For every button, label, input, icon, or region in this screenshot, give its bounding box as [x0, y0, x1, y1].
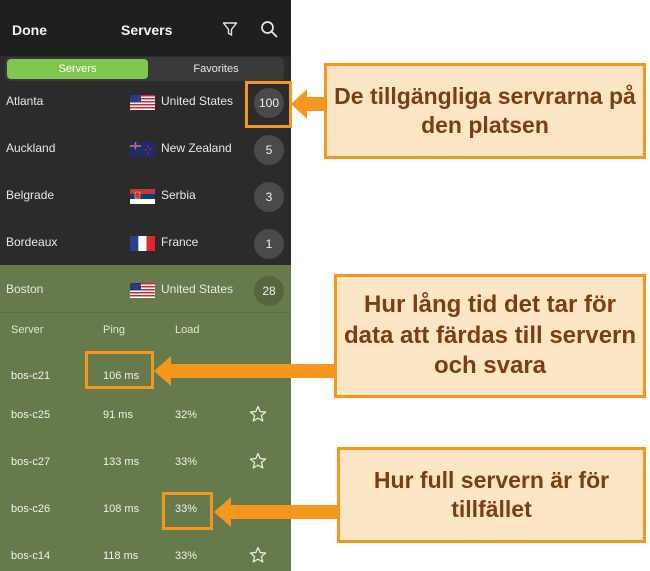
- favorite-star-icon[interactable]: [249, 452, 267, 470]
- callout-load: Hur full servern är för tillfället: [337, 447, 646, 543]
- callout-ping: Hur lång tid det tar för data att färdas…: [334, 274, 646, 398]
- server-name: bos-c25: [11, 409, 51, 421]
- server-name: bos-c26: [11, 503, 51, 515]
- location-row-boston[interactable]: Boston United States 28: [0, 267, 291, 314]
- filter-icon[interactable]: [222, 21, 238, 37]
- callout-text: Hur lång tid det tar för data att färdas…: [343, 291, 637, 380]
- tab-favorites[interactable]: Favorites: [150, 59, 282, 79]
- nz-flag-icon: [130, 142, 155, 157]
- tab-servers[interactable]: Servers: [7, 59, 148, 79]
- server-ping: 108 ms: [103, 503, 140, 515]
- server-name: bos-c27: [11, 456, 51, 468]
- server-count-badge: 28: [254, 276, 284, 306]
- server-ping: 133 ms: [103, 456, 140, 468]
- location-country: France: [161, 235, 199, 249]
- location-country: New Zealand: [161, 141, 232, 155]
- load-highlight: [162, 492, 213, 530]
- arrow-left-icon: [154, 356, 337, 386]
- location-country: Serbia: [161, 188, 196, 202]
- favorite-star-icon[interactable]: [249, 405, 267, 423]
- segmented-control: Servers Favorites: [5, 57, 284, 81]
- page-title: Servers: [121, 22, 173, 38]
- server-load: 32%: [175, 409, 198, 421]
- location-city: Atlanta: [6, 94, 44, 108]
- server-row-bos-c14[interactable]: bos-c14 118 ms 33%: [0, 535, 291, 571]
- us-flag-icon: [130, 283, 155, 298]
- location-city: Boston: [6, 282, 44, 296]
- location-city: Bordeaux: [6, 235, 58, 249]
- server-count-badge: 3: [254, 182, 284, 212]
- column-header-load: Load: [175, 324, 200, 336]
- location-row-bordeaux[interactable]: Bordeaux France 1: [0, 220, 291, 267]
- column-header-server: Server: [11, 324, 44, 336]
- callout-available-servers: De tillgängliga servrarna på den platsen: [324, 63, 646, 159]
- search-icon[interactable]: [260, 20, 278, 38]
- callout-text: Hur full servern är för tillfället: [373, 466, 610, 522]
- ping-highlight: [85, 351, 154, 389]
- france-flag-icon: [130, 236, 155, 251]
- location-row-belgrade[interactable]: Belgrade Serbia 3: [0, 173, 291, 220]
- server-row-bos-c25[interactable]: bos-c25 91 ms 32%: [0, 394, 291, 441]
- server-ping: 91 ms: [103, 409, 133, 421]
- server-count-badge: 1: [254, 229, 284, 259]
- server-count-badge: 5: [254, 135, 284, 165]
- location-country: United States: [161, 282, 234, 296]
- server-count-highlight: [245, 81, 292, 128]
- location-row-auckland[interactable]: Auckland New Zealand 5: [0, 126, 291, 173]
- nav-bar: Done Servers: [0, 0, 291, 56]
- server-row-bos-c27[interactable]: bos-c27 133 ms 33%: [0, 441, 291, 488]
- server-name: bos-c14: [11, 550, 51, 562]
- location-country: United States: [161, 94, 234, 108]
- location-city: Belgrade: [6, 188, 55, 202]
- server-ping: 118 ms: [103, 550, 139, 562]
- done-button[interactable]: Done: [12, 22, 47, 38]
- favorite-star-icon[interactable]: [249, 546, 267, 564]
- server-load: 33%: [175, 550, 198, 562]
- server-load: 33%: [175, 456, 198, 468]
- column-header-ping: Ping: [103, 324, 126, 336]
- us-flag-icon: [130, 95, 155, 110]
- divider: [0, 312, 291, 313]
- serbia-flag-icon: [130, 189, 155, 204]
- arrow-left-icon: [291, 89, 326, 119]
- arrow-left-icon: [214, 497, 340, 527]
- server-name: bos-c21: [11, 370, 51, 382]
- callout-text: De tillgängliga servrarna på den platsen: [334, 82, 636, 138]
- location-city: Auckland: [6, 141, 56, 155]
